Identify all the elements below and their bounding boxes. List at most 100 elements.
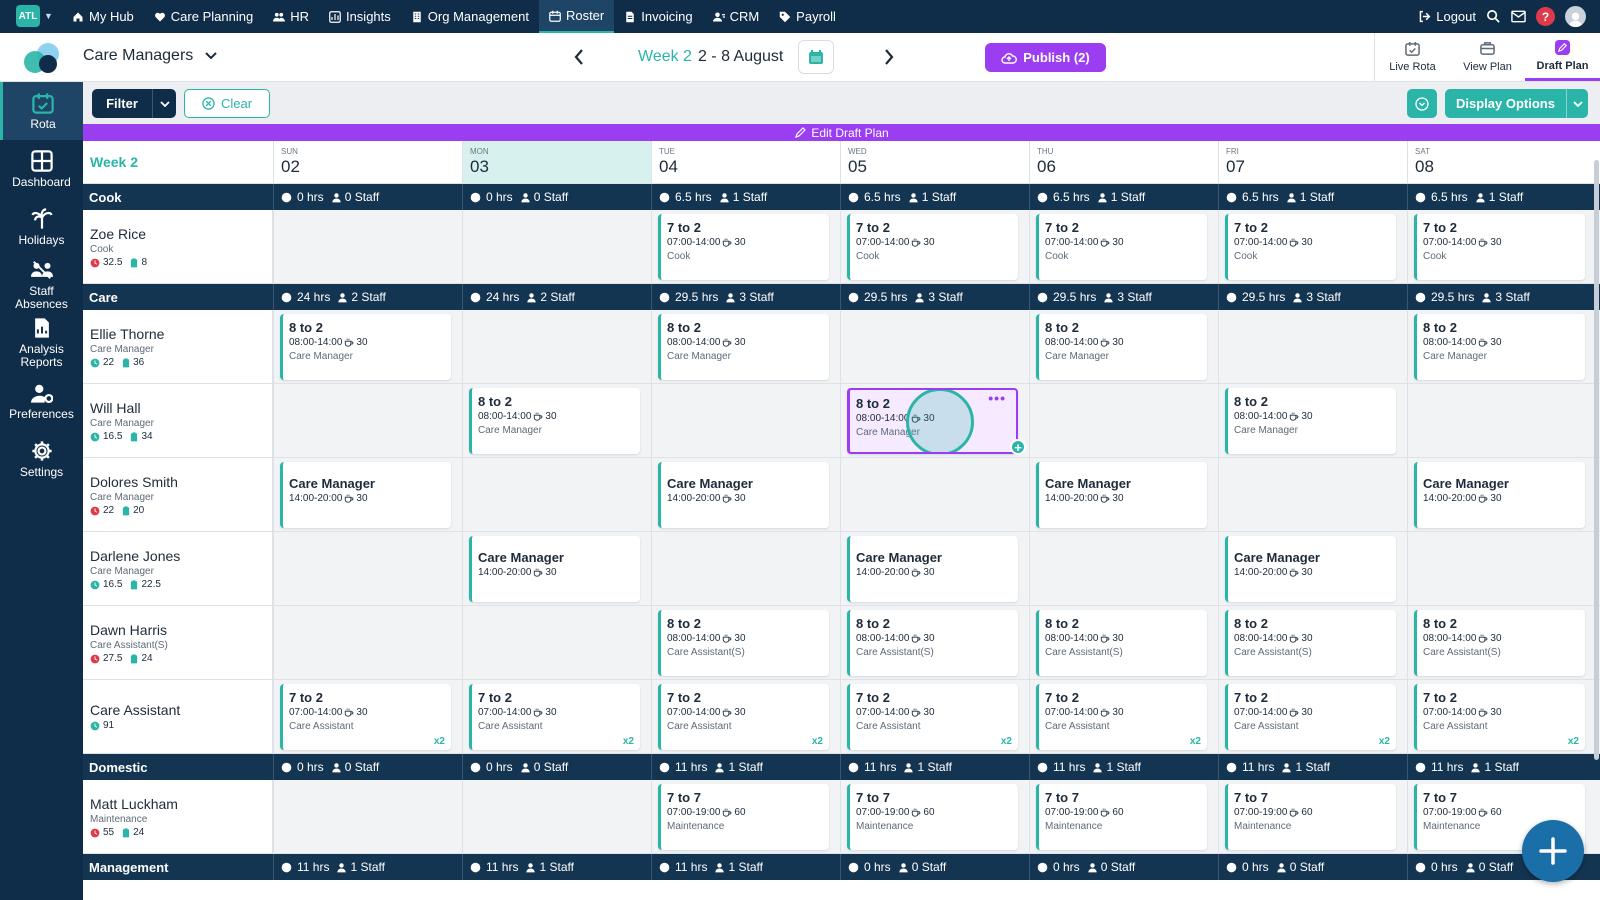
day-cell[interactable]: 8 to 2 08:00-14:00 30 Care Assistant(S) xyxy=(840,606,1029,679)
day-header-fri[interactable]: FRI 07 xyxy=(1218,141,1407,183)
add-shift-icon[interactable]: + xyxy=(1010,439,1026,455)
shift-card[interactable]: 8 to 2 08:00-14:00 30 Care Assistant(S) xyxy=(847,610,1018,676)
staff-info[interactable]: Zoe Rice Cook 32.5 8 xyxy=(83,210,273,283)
filter-button[interactable]: Filter xyxy=(92,89,176,118)
add-shift-button[interactable] xyxy=(1522,820,1584,882)
day-cell[interactable] xyxy=(462,606,651,679)
shift-card[interactable]: Care Manager 14:00-20:00 30 xyxy=(1414,462,1585,528)
shift-card[interactable]: 8 to 2 08:00-14:00 30 Care Assistant(S) xyxy=(1036,610,1207,676)
location-selector[interactable]: Care Managers xyxy=(83,47,217,65)
shift-card[interactable]: 8 to 2 08:00-14:00 30 Care Manager xyxy=(280,314,451,380)
day-cell[interactable] xyxy=(1029,384,1218,457)
nav-item-care-planning[interactable]: Care Planning xyxy=(144,0,263,33)
shift-card[interactable]: Care Manager 14:00-20:00 30 xyxy=(847,536,1018,602)
day-cell[interactable]: 7 to 2 07:00-14:00 30 Cook xyxy=(1407,210,1596,283)
shift-card[interactable]: Care Manager 14:00-20:00 30 xyxy=(658,462,829,528)
next-week-icon[interactable] xyxy=(884,49,894,65)
day-cell[interactable]: 8 to 2 08:00-14:00 30 Care Manager xyxy=(273,310,462,383)
collapse-button[interactable] xyxy=(1407,89,1437,118)
display-options-dropdown[interactable] xyxy=(1566,89,1588,118)
shift-card[interactable]: 7 to 2 07:00-14:00 30 Care Assistant x2 xyxy=(280,684,451,750)
day-cell[interactable] xyxy=(273,606,462,679)
day-cell[interactable]: 7 to 2 07:00-14:00 30 Cook xyxy=(1218,210,1407,283)
shift-card[interactable]: 8 to 2 08:00-14:00 30 Care Manager xyxy=(658,314,829,380)
day-cell[interactable]: Care Manager 14:00-20:00 30 xyxy=(1218,532,1407,605)
day-cell[interactable] xyxy=(462,780,651,853)
nav-item-payroll[interactable]: Payroll xyxy=(769,0,846,33)
day-cell[interactable]: Care Manager 14:00-20:00 30 xyxy=(1029,458,1218,531)
shift-card[interactable]: 7 to 2 07:00-14:00 30 Care Assistant x2 xyxy=(1036,684,1207,750)
staff-info[interactable]: Darlene Jones Care Manager 16.5 22.5 xyxy=(83,532,273,605)
day-header-sat[interactable]: SAT 08 xyxy=(1407,141,1596,183)
day-cell[interactable]: 7 to 7 07:00-19:00 60 Maintenance xyxy=(840,780,1029,853)
shift-card[interactable]: 7 to 7 07:00-19:00 60 Maintenance xyxy=(847,784,1018,850)
user-avatar[interactable] xyxy=(1565,6,1586,27)
sidebar-item-preferences[interactable]: Preferences xyxy=(0,372,83,430)
help-button[interactable]: ? xyxy=(1536,7,1555,26)
mail-icon[interactable] xyxy=(1511,10,1526,23)
shift-card[interactable]: 8 to 2 08:00-14:00 30 Care Assistant(S) xyxy=(1414,610,1585,676)
shift-card[interactable]: Care Manager 14:00-20:00 30 xyxy=(1225,536,1396,602)
day-cell[interactable]: 7 to 2 07:00-14:00 30 Care Assistant x2 xyxy=(273,680,462,753)
vertical-scrollbar[interactable] xyxy=(1594,160,1599,760)
shift-card[interactable]: 7 to 2 07:00-14:00 30 Cook xyxy=(847,214,1018,280)
day-cell[interactable]: 8 to 2 08:00-14:00 30 Care Manager xyxy=(1029,310,1218,383)
day-cell[interactable] xyxy=(273,780,462,853)
search-icon[interactable] xyxy=(1486,9,1501,24)
nav-item-insights[interactable]: Insights xyxy=(319,0,401,33)
shift-card[interactable]: 7 to 7 07:00-19:00 60 Maintenance xyxy=(1036,784,1207,850)
shift-card[interactable]: 8 to 2 08:00-14:00 30 Care Manager xyxy=(1036,314,1207,380)
day-cell[interactable]: 7 to 2 07:00-14:00 30 Care Assistant x2 xyxy=(1218,680,1407,753)
shift-card[interactable]: Care Manager 14:00-20:00 30 xyxy=(469,536,640,602)
day-cell[interactable]: 7 to 2 07:00-14:00 30 Care Assistant x2 xyxy=(651,680,840,753)
day-cell[interactable]: 7 to 7 07:00-19:00 60 Maintenance xyxy=(1218,780,1407,853)
display-options-button[interactable]: Display Options xyxy=(1445,89,1588,118)
shift-card[interactable]: Care Manager 14:00-20:00 30 xyxy=(280,462,451,528)
staff-info[interactable]: Ellie Thorne Care Manager 22 36 xyxy=(83,310,273,383)
day-cell[interactable]: 8 to 2 08:00-14:00 30 Care Assistant(S) xyxy=(1029,606,1218,679)
day-cell[interactable]: 7 to 7 07:00-19:00 60 Maintenance xyxy=(1029,780,1218,853)
day-cell[interactable] xyxy=(273,210,462,283)
nav-item-org-management[interactable]: Org Management xyxy=(401,0,539,33)
day-header-sun[interactable]: SUN 02 xyxy=(273,141,462,183)
view-tab-view-plan[interactable]: View Plan xyxy=(1450,33,1525,81)
staff-info[interactable]: Dawn Harris Care Assistant(S) 27.5 24 xyxy=(83,606,273,679)
day-cell[interactable] xyxy=(462,210,651,283)
shift-card[interactable]: 8 to 2 08:00-14:00 30 Care Assistant(S) xyxy=(1225,610,1396,676)
shift-card[interactable]: 7 to 2 07:00-14:00 30 Care Assistant x2 xyxy=(1414,684,1585,750)
sidebar-item-analysis-reports[interactable]: Analysis Reports xyxy=(0,314,83,372)
sidebar-item-dashboard[interactable]: Dashboard xyxy=(0,140,83,198)
staff-info[interactable]: Dolores Smith Care Manager 22 20 xyxy=(83,458,273,531)
day-header-thu[interactable]: THU 06 xyxy=(1029,141,1218,183)
day-cell[interactable] xyxy=(651,532,840,605)
shift-card[interactable]: 7 to 2 07:00-14:00 30 Care Assistant x2 xyxy=(469,684,640,750)
shift-card[interactable]: 7 to 2 07:00-14:00 30 Cook xyxy=(1225,214,1396,280)
shift-card[interactable]: Care Manager 14:00-20:00 30 xyxy=(1036,462,1207,528)
org-switcher[interactable]: ATL ▼ xyxy=(16,5,53,27)
shift-card[interactable]: 7 to 7 07:00-19:00 60 Maintenance xyxy=(658,784,829,850)
staff-info[interactable]: Care Assistant 91 xyxy=(83,680,273,753)
view-tab-draft-plan[interactable]: Draft Plan xyxy=(1525,33,1600,81)
day-cell[interactable]: 8 to 2 08:00-14:00 30 Care Manager xyxy=(1407,310,1596,383)
staff-info[interactable]: Matt Luckham Maintenance 55 24 xyxy=(83,780,273,853)
nav-item-roster[interactable]: Roster xyxy=(538,0,615,33)
shift-card[interactable]: 7 to 7 07:00-19:00 60 Maintenance xyxy=(1225,784,1396,850)
day-cell[interactable] xyxy=(651,384,840,457)
day-cell[interactable]: Care Manager 14:00-20:00 30 xyxy=(651,458,840,531)
shift-card[interactable]: 7 to 2 07:00-14:00 30 Cook xyxy=(1036,214,1207,280)
day-cell[interactable] xyxy=(840,458,1029,531)
previous-week-icon[interactable] xyxy=(574,49,584,65)
day-cell[interactable]: 7 to 2 07:00-14:00 30 Care Assistant x2 xyxy=(462,680,651,753)
day-cell[interactable]: 7 to 7 07:00-19:00 60 Maintenance xyxy=(651,780,840,853)
shift-card[interactable]: 7 to 2 07:00-14:00 30 Cook xyxy=(658,214,829,280)
day-cell[interactable] xyxy=(840,310,1029,383)
day-header-tue[interactable]: TUE 04 xyxy=(651,141,840,183)
day-cell[interactable]: 7 to 2 07:00-14:00 30 Care Assistant x2 xyxy=(1029,680,1218,753)
shift-card[interactable]: 8 to 2 08:00-14:00 30 Care Manager xyxy=(469,388,640,454)
view-tab-live-rota[interactable]: Live Rota xyxy=(1375,33,1450,81)
shift-card[interactable]: 7 to 2 07:00-14:00 30 Cook xyxy=(1414,214,1585,280)
day-cell[interactable] xyxy=(462,458,651,531)
more-options-icon[interactable]: ••• xyxy=(988,390,1006,406)
day-cell[interactable]: Care Manager 14:00-20:00 30 xyxy=(1407,458,1596,531)
day-cell[interactable]: 8 to 2 08:00-14:00 30 Care Assistant(S) xyxy=(1407,606,1596,679)
